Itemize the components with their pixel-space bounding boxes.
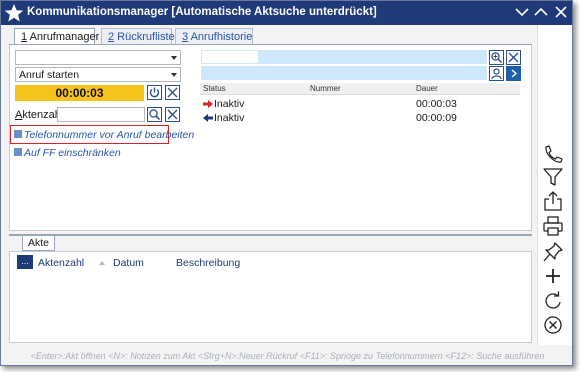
search-input[interactable] [202, 51, 258, 63]
row-dauer: 00:00:09 [416, 112, 457, 124]
phone-button[interactable] [541, 143, 565, 165]
phone-icon [545, 145, 563, 163]
dropdown-arrow-icon [171, 56, 177, 60]
link-label: Auf FF einschränken [24, 147, 121, 159]
col-dauer[interactable]: Dauer [416, 84, 438, 93]
aktenzahl-input[interactable] [57, 107, 145, 122]
next-button[interactable] [506, 66, 521, 81]
window: Kommunikationsmanager [Automatische Akts… [0, 0, 573, 366]
chevron-up-icon [534, 7, 548, 16]
tab-label: Anrufhistorie [188, 31, 253, 43]
refresh-icon [545, 291, 561, 309]
refresh-button[interactable] [541, 290, 565, 312]
share-button[interactable] [541, 190, 565, 212]
col-status[interactable]: Status [203, 84, 226, 93]
zoom-in-icon [491, 52, 503, 64]
action-combo[interactable]: Anruf starten [15, 67, 181, 82]
col-datum[interactable]: Datum [113, 257, 144, 269]
calls-table: Status Nummer Dauer Inaktiv 00:00:03 Ina… [200, 83, 520, 231]
tab-rueckrufliste[interactable]: 2 Rückrufliste [101, 28, 175, 45]
filter-button[interactable] [541, 166, 565, 188]
star-logo-icon [4, 4, 24, 22]
edit-number-checkbox[interactable]: Telefonnummer vor Anruf bearbeiten [14, 129, 194, 141]
window-title: Kommunikationsmanager [Automatische Akts… [27, 6, 377, 18]
tab-anrufhistorie[interactable]: 3 Anrufhistorie [175, 28, 253, 45]
bottom-tab-divider [9, 234, 532, 236]
row-dauer: 00:00:03 [416, 98, 457, 110]
chevron-right-icon [511, 69, 518, 78]
search-icon [149, 109, 161, 121]
cancel-icon [544, 316, 562, 334]
search-field-1[interactable] [201, 50, 487, 64]
sort-icon [99, 261, 105, 265]
col-beschreibung[interactable]: Beschreibung [176, 257, 240, 269]
dropdown-arrow-icon [171, 73, 177, 77]
link-label: Telefonnummer vor Anruf bearbeiten [24, 129, 195, 141]
incoming-call-icon [203, 114, 213, 122]
table-header: Status Nummer Dauer [200, 83, 520, 95]
akten-clear-button[interactable] [165, 107, 180, 122]
status-bar: <Enter>:Akt öffnen <N>: Notizen zum Akt … [30, 351, 545, 361]
checkbox-square-icon [14, 148, 22, 157]
row-status: Inaktiv [214, 98, 245, 110]
maximize-button[interactable] [533, 4, 549, 21]
col-aktenzahl[interactable]: Aktenzahl [38, 257, 84, 269]
timer-button[interactable] [147, 85, 162, 100]
cancel-button[interactable] [541, 314, 565, 336]
phone-number-combo[interactable] [15, 50, 181, 65]
tab-akte[interactable]: Akte [22, 236, 56, 251]
person-icon [491, 68, 502, 80]
close-icon [167, 87, 178, 98]
search-button[interactable] [489, 50, 504, 65]
close-icon [508, 52, 519, 63]
pin-button[interactable] [541, 241, 565, 263]
share-icon [544, 191, 562, 211]
close-icon [555, 6, 567, 18]
tab-label: Rückrufliste [114, 31, 175, 43]
checkbox-square-icon [14, 130, 22, 139]
col-nummer[interactable]: Nummer [310, 84, 341, 93]
close-button[interactable] [553, 4, 569, 21]
table-row[interactable]: Inaktiv 00:00:03 [200, 97, 520, 111]
close-icon [167, 109, 178, 120]
power-icon [149, 87, 160, 98]
contact-button[interactable] [489, 66, 504, 81]
akten-search-button[interactable] [147, 107, 162, 122]
more-button[interactable]: ... [17, 255, 33, 269]
combo-value: Anruf starten [19, 69, 80, 81]
chevron-down-icon [515, 8, 529, 17]
search-clear-button[interactable] [506, 50, 521, 65]
row-status: Inaktiv [214, 112, 245, 124]
table-row[interactable]: Inaktiv 00:00:09 [200, 111, 520, 125]
titlebar: Kommunikationsmanager [Automatische Akts… [1, 1, 572, 25]
add-button[interactable] [541, 265, 565, 287]
outgoing-call-icon [203, 100, 213, 108]
restrict-ff-checkbox[interactable]: Auf FF einschränken [14, 147, 121, 159]
call-timer: 00:00:03 [15, 85, 144, 101]
akte-panel [9, 251, 532, 343]
print-icon [543, 216, 563, 236]
search-field-2[interactable] [201, 66, 487, 80]
print-button[interactable] [541, 215, 565, 237]
minimize-button[interactable] [514, 4, 530, 21]
filter-icon [543, 168, 563, 186]
pin-icon [543, 242, 563, 262]
add-icon [546, 269, 560, 283]
tab-label: Anrufmanager [27, 31, 100, 43]
stop-call-button[interactable] [165, 85, 180, 100]
